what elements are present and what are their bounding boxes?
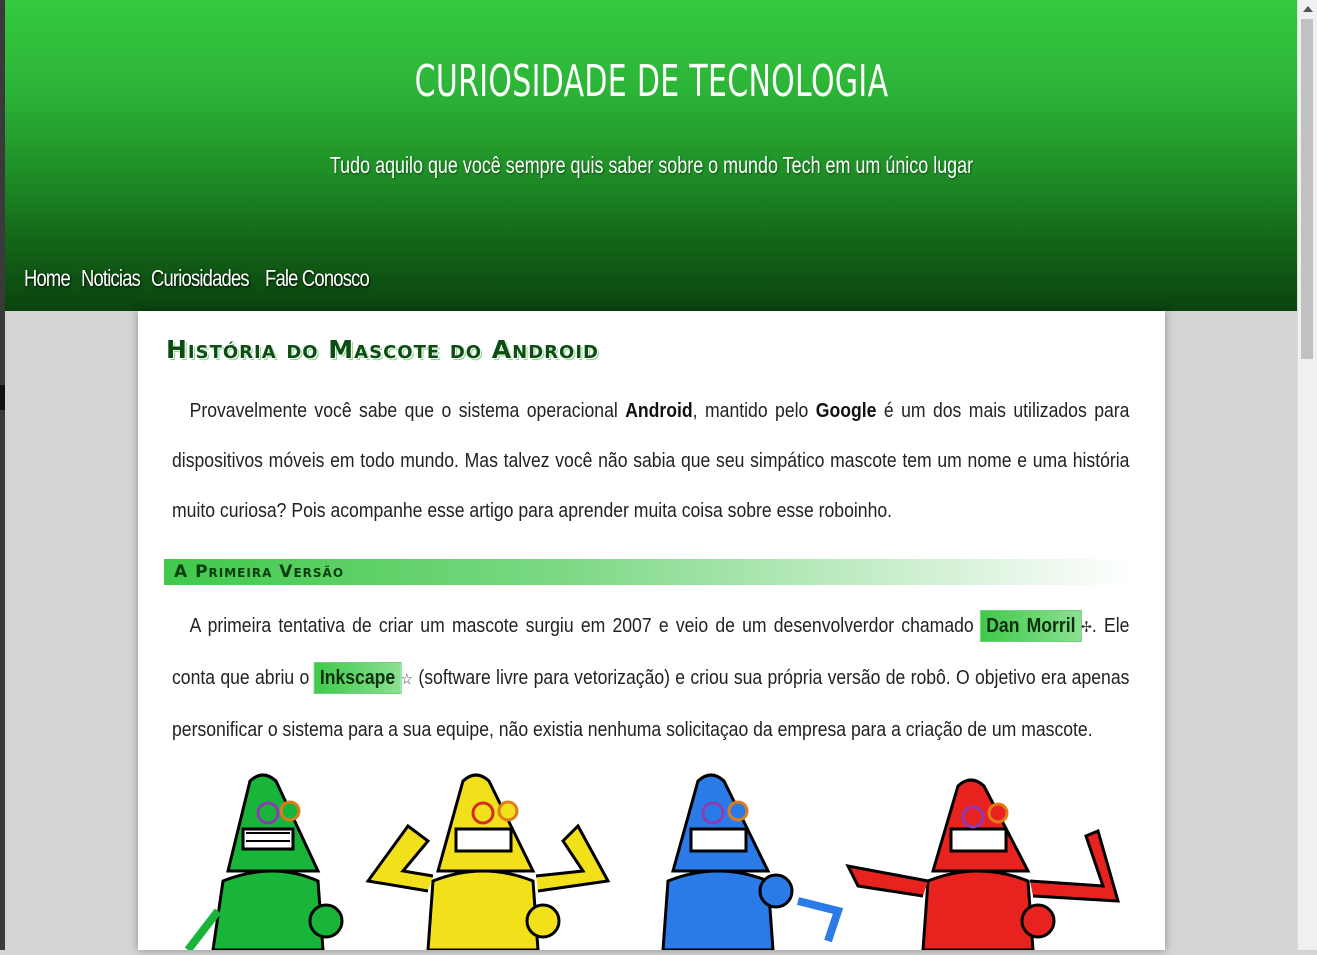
- nav-home[interactable]: Home: [24, 265, 87, 292]
- google-term: Google: [815, 400, 877, 422]
- nav-fale-conosco[interactable]: Fale Conosco: [265, 265, 401, 292]
- site-subtitle: Tudo aquilo que você sempre quis saber s…: [329, 152, 974, 178]
- section-heading: A Primeira Versão: [174, 562, 345, 582]
- vertical-scrollbar[interactable]: [1297, 0, 1317, 950]
- nav-curiosidades[interactable]: Curiosidades: [151, 265, 279, 292]
- intro-paragraph: Provavelmente você sabe que o sistema op…: [172, 400, 1130, 522]
- red-robot: [845, 778, 1121, 952]
- robots-illustration: [184, 773, 1121, 953]
- dan-morril-link[interactable]: Dan Morril: [980, 611, 1081, 641]
- article-title: História do Mascote do Android: [166, 335, 599, 364]
- main-nav: Home Noticias Curiosidades Fale Conosco: [24, 265, 401, 292]
- android-term: Android: [625, 400, 693, 422]
- scroll-up-arrow-icon[interactable]: [1298, 0, 1317, 17]
- mascot-robots-image: [158, 771, 1148, 953]
- inkscape-link[interactable]: Inkscape: [314, 663, 401, 693]
- yellow-robot: [365, 773, 611, 952]
- green-robot: [184, 773, 344, 953]
- scrollbar-thumb[interactable]: [1301, 19, 1313, 359]
- blue-robot: [661, 773, 844, 952]
- nav-noticias[interactable]: Noticias: [81, 265, 161, 292]
- site-title: CURIOSIDADE DE TECNOLOGIA: [414, 56, 889, 107]
- atom-icon: ✢: [1080, 619, 1092, 636]
- article-card: História do Mascote do Android Provavelm…: [138, 311, 1165, 953]
- star-icon: ☆: [400, 671, 414, 688]
- section-heading-bar: A Primeira Versão: [164, 559, 1134, 585]
- section-paragraph: A primeira tentativa de criar um mascote…: [172, 601, 1129, 755]
- site-header: CURIOSIDADE DE TECNOLOGIA Tudo aquilo qu…: [5, 0, 1298, 311]
